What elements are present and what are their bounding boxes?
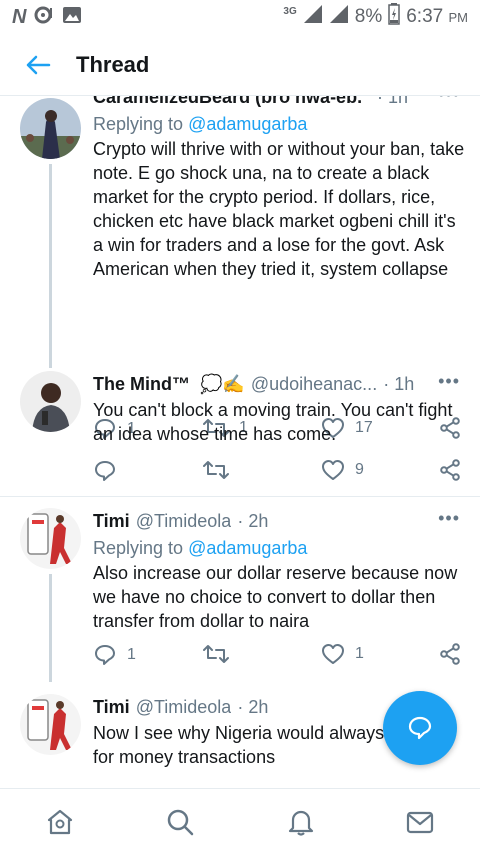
like-count: 9 bbox=[355, 461, 364, 478]
share-button[interactable] bbox=[439, 643, 461, 665]
back-arrow-icon bbox=[26, 55, 51, 74]
compose-reply-icon bbox=[408, 716, 432, 740]
home-icon bbox=[47, 809, 73, 835]
tweet-text: Also increase our dollar reserve because… bbox=[93, 563, 458, 631]
tweet-card[interactable]: Timi @Timideola · 2h ••• Replying to @ad… bbox=[0, 508, 480, 683]
like-count: 1 bbox=[355, 645, 364, 662]
display-name[interactable]: The Mind™ bbox=[93, 374, 190, 395]
user-handle[interactable]: @udoiheanac... bbox=[251, 374, 377, 395]
display-name[interactable]: CaramelizedBeard (bro hwa-eb... bbox=[93, 96, 363, 108]
more-options-icon[interactable]: ••• bbox=[438, 96, 460, 105]
tweet-card[interactable]: The Mind™ 💭✍ @udoiheanac... · 1h ••• You… bbox=[0, 371, 480, 496]
nav-notifications[interactable] bbox=[286, 807, 316, 837]
reply-icon bbox=[95, 645, 115, 665]
user-handle[interactable]: @Timideola bbox=[136, 511, 232, 532]
heart-icon bbox=[322, 644, 344, 664]
share-button[interactable] bbox=[439, 459, 461, 481]
tweet-header: CaramelizedBeard (bro hwa-eb... · 1h bbox=[93, 96, 466, 110]
heart-icon bbox=[322, 460, 344, 480]
reply-button[interactable]: 1 bbox=[93, 643, 136, 667]
retweet-button[interactable] bbox=[203, 459, 239, 481]
nav-messages[interactable] bbox=[405, 807, 435, 837]
tweet-body: The Mind™ 💭✍ @udoiheanac... · 1h ••• You… bbox=[93, 371, 466, 446]
messages-icon bbox=[406, 811, 434, 834]
like-button[interactable]: 9 bbox=[321, 459, 364, 481]
tweet-header: Timi @Timideola · 2h bbox=[93, 508, 466, 534]
carrier-icon: N bbox=[12, 5, 27, 28]
name-emojis: 💭✍ bbox=[200, 373, 245, 394]
tweet-time: · 2h bbox=[237, 510, 269, 531]
gallery-icon bbox=[62, 6, 82, 29]
page-title: Thread bbox=[76, 51, 150, 77]
avatar[interactable] bbox=[20, 694, 81, 755]
nav-search[interactable] bbox=[165, 807, 195, 837]
thread-connector bbox=[49, 164, 52, 368]
user-handle[interactable]: @Timideola bbox=[136, 697, 232, 718]
thread-connector bbox=[49, 574, 52, 682]
notifications-icon bbox=[288, 810, 314, 836]
mention-link[interactable]: @adamugarba bbox=[188, 114, 307, 134]
more-options-icon[interactable]: ••• bbox=[438, 508, 460, 529]
tweet-time: · 1h bbox=[383, 373, 415, 394]
reply-icon bbox=[95, 461, 115, 481]
replying-to: Replying to @adamugarba bbox=[93, 538, 308, 558]
reply-count: 1 bbox=[127, 646, 136, 663]
retweet-icon bbox=[203, 645, 229, 663]
tweet-divider bbox=[0, 496, 480, 497]
avatar[interactable] bbox=[20, 98, 81, 159]
back-button[interactable] bbox=[0, 34, 76, 96]
status-bar: N 3G 8% 6:37 PM bbox=[0, 0, 480, 34]
compose-reply-button[interactable] bbox=[383, 691, 457, 765]
avatar[interactable] bbox=[20, 371, 81, 432]
signal-icon-2 bbox=[329, 4, 349, 30]
retweet-button[interactable] bbox=[203, 643, 239, 665]
search-icon bbox=[167, 809, 194, 836]
more-options-icon[interactable]: ••• bbox=[438, 371, 460, 392]
tweet-actions: 1 1 bbox=[93, 643, 473, 673]
share-icon bbox=[440, 643, 460, 665]
share-icon bbox=[440, 459, 460, 481]
tweet-card[interactable]: CaramelizedBeard (bro hwa-eb... · 1h •••… bbox=[0, 96, 480, 439]
display-name[interactable]: Timi bbox=[93, 697, 130, 718]
tweet-body: CaramelizedBeard (bro hwa-eb... · 1h •••… bbox=[93, 96, 466, 281]
tweet-text: You can't block a moving train. You can'… bbox=[93, 400, 453, 444]
avatar[interactable] bbox=[20, 508, 81, 569]
tweet-time: · 1h bbox=[377, 96, 409, 107]
clock: 6:37 PM bbox=[406, 6, 468, 27]
battery-percent: 8% bbox=[354, 6, 383, 27]
like-button[interactable]: 1 bbox=[321, 643, 364, 665]
network-type: 3G bbox=[283, 5, 297, 17]
tweet-actions: 9 bbox=[93, 459, 473, 489]
tweet-body: Timi @Timideola · 2h ••• Replying to @ad… bbox=[93, 508, 466, 633]
nav-home[interactable] bbox=[45, 807, 75, 837]
signal-icon bbox=[303, 4, 323, 30]
display-name[interactable]: Timi bbox=[93, 511, 130, 532]
mention-link[interactable]: @adamugarba bbox=[188, 538, 307, 558]
tweet-text: Crypto will thrive with or without your … bbox=[93, 139, 465, 279]
retweet-icon bbox=[203, 461, 229, 479]
thread-feed[interactable]: CaramelizedBeard (bro hwa-eb... · 1h •••… bbox=[0, 96, 480, 788]
replying-to: Replying to @adamugarba bbox=[93, 114, 308, 134]
tweet-time: · 2h bbox=[237, 696, 269, 717]
app-header: Thread bbox=[0, 34, 480, 96]
tweet-header: The Mind™ 💭✍ @udoiheanac... · 1h bbox=[93, 371, 466, 397]
battery-icon bbox=[388, 3, 400, 31]
reply-button[interactable] bbox=[93, 459, 127, 483]
bottom-navigation bbox=[0, 788, 480, 854]
notification-icon bbox=[34, 6, 54, 29]
